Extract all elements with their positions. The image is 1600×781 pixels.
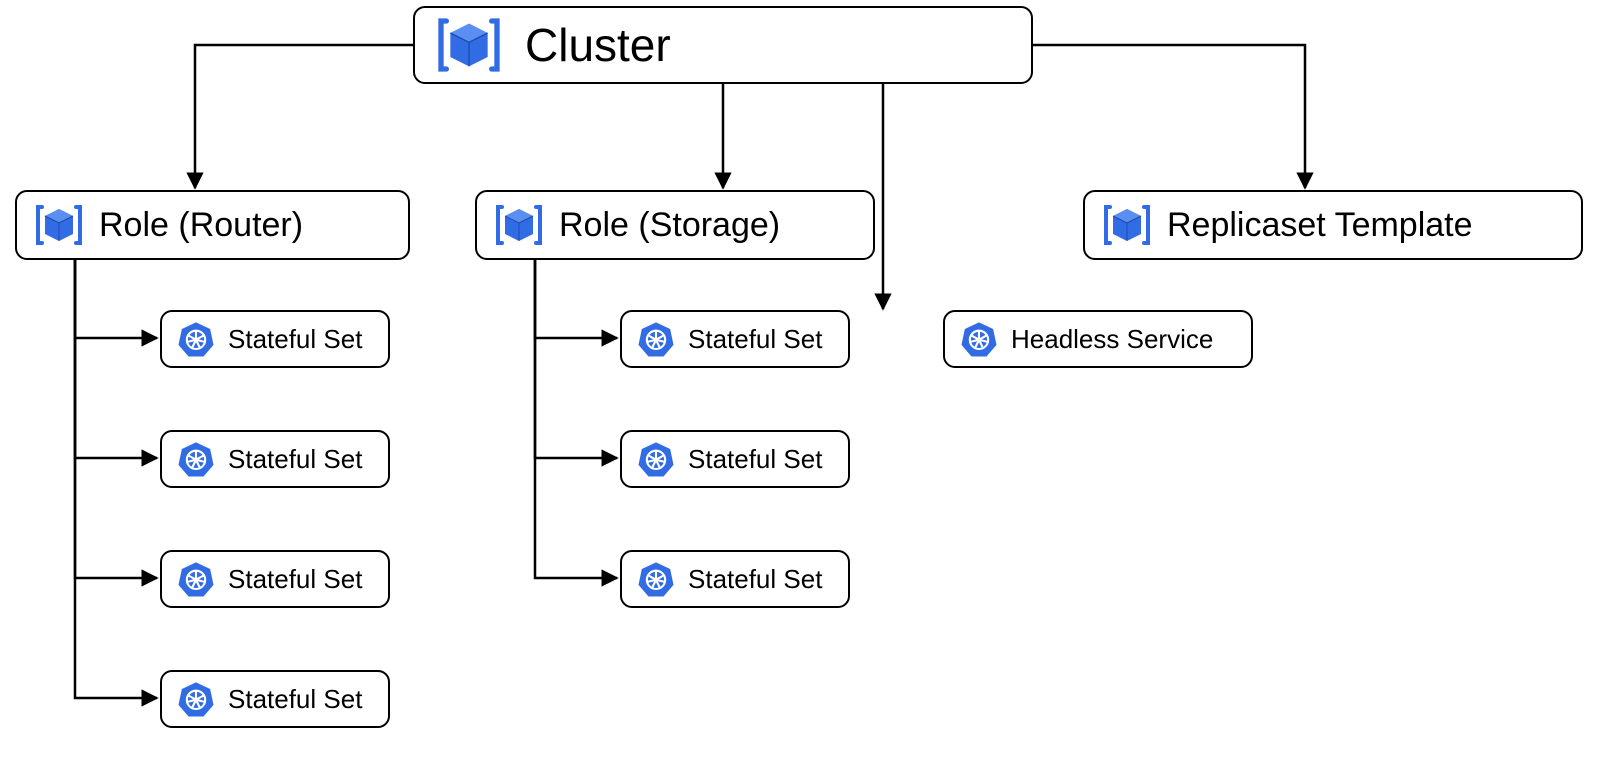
statefulset-node: Stateful Set — [160, 670, 390, 728]
statefulset-node: Stateful Set — [160, 550, 390, 608]
statefulset-label: Stateful Set — [688, 324, 822, 355]
statefulset-label: Stateful Set — [228, 444, 362, 475]
statefulset-node: Stateful Set — [620, 430, 850, 488]
statefulset-label: Stateful Set — [688, 444, 822, 475]
role-router-label: Role (Router) — [99, 206, 303, 245]
headless-service-node: Headless Service — [943, 310, 1253, 368]
statefulset-node: Stateful Set — [620, 310, 850, 368]
kubernetes-icon — [959, 319, 999, 359]
kubernetes-icon — [636, 559, 676, 599]
statefulset-node: Stateful Set — [620, 550, 850, 608]
cube-icon — [35, 201, 83, 249]
kubernetes-icon — [636, 319, 676, 359]
kubernetes-icon — [176, 559, 216, 599]
statefulset-node: Stateful Set — [160, 310, 390, 368]
statefulset-label: Stateful Set — [688, 564, 822, 595]
statefulset-label: Stateful Set — [228, 564, 362, 595]
role-router-node: Role (Router) — [15, 190, 410, 260]
role-storage-label: Role (Storage) — [559, 206, 780, 245]
cube-icon — [1103, 201, 1151, 249]
cube-icon — [495, 201, 543, 249]
kubernetes-icon — [176, 679, 216, 719]
role-storage-node: Role (Storage) — [475, 190, 875, 260]
cube-icon — [437, 13, 501, 77]
cluster-label: Cluster — [525, 18, 671, 72]
statefulset-label: Stateful Set — [228, 684, 362, 715]
kubernetes-icon — [176, 319, 216, 359]
cluster-node: Cluster — [413, 6, 1033, 84]
replicaset-template-node: Replicaset Template — [1083, 190, 1583, 260]
statefulset-node: Stateful Set — [160, 430, 390, 488]
kubernetes-icon — [636, 439, 676, 479]
headless-service-label: Headless Service — [1011, 324, 1213, 355]
replicaset-template-label: Replicaset Template — [1167, 206, 1473, 245]
kubernetes-icon — [176, 439, 216, 479]
statefulset-label: Stateful Set — [228, 324, 362, 355]
